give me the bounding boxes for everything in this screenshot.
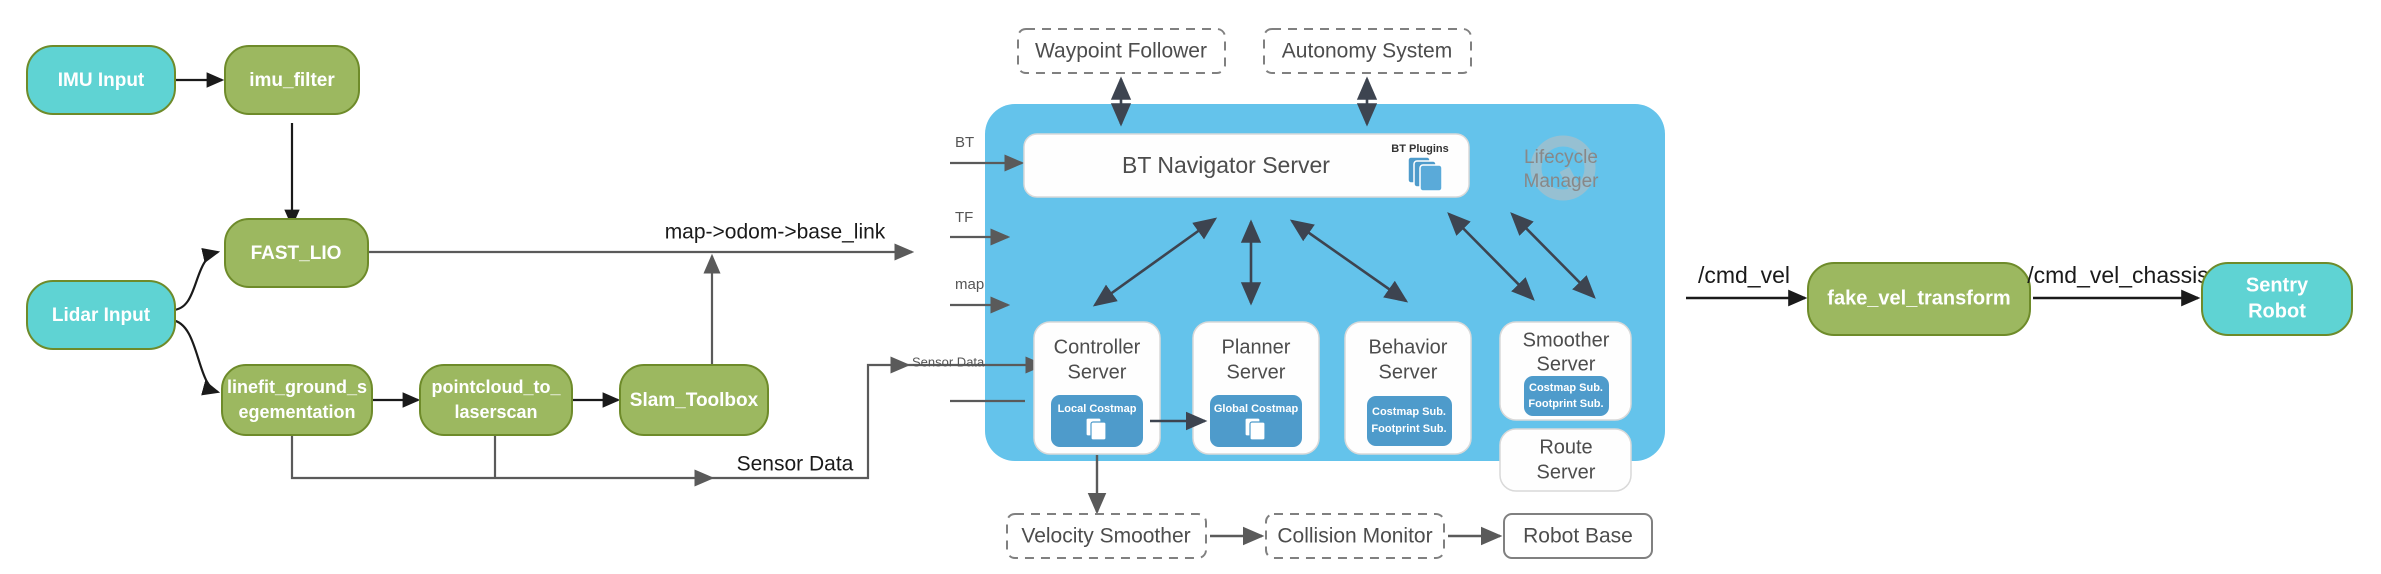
- controller-server[interactable]: Controller Server Local Costmap: [1033, 321, 1161, 455]
- edge-linefit-sensor-down: [290, 432, 715, 487]
- lifecycle-line2: Manager: [1524, 171, 1600, 192]
- server-title-line1: Smoother: [1523, 329, 1610, 351]
- smoother-server[interactable]: Smoother Server Costmap Sub. Footprint S…: [1499, 321, 1632, 421]
- edge-label-sensor-data: Sensor Data: [737, 453, 854, 476]
- node-lidar-input[interactable]: Lidar Input: [26, 280, 176, 350]
- server-title-line1: Behavior: [1369, 336, 1448, 358]
- planner-server[interactable]: Planner Server Global Costmap: [1192, 321, 1320, 455]
- input-label-tf: TF: [955, 209, 973, 226]
- edge-label-cmd-vel-chassis: /cmd_vel_chassis: [2027, 262, 2209, 288]
- node-imu-input[interactable]: IMU Input: [26, 45, 176, 115]
- node-label-line2: egementation: [238, 402, 355, 422]
- costmap-footprint-sub-badge: Costmap Sub. Footprint Sub.: [1524, 376, 1609, 416]
- server-title-line1: Route: [1539, 436, 1592, 458]
- badge-label-line2: Footprint Sub.: [1528, 398, 1603, 410]
- external-collision-monitor[interactable]: Collision Monitor: [1265, 513, 1445, 559]
- behavior-server[interactable]: Behavior Server Costmap Sub. Footprint S…: [1344, 321, 1472, 455]
- external-waypoint-follower[interactable]: Waypoint Follower: [1017, 28, 1226, 74]
- node-label: IMU Input: [58, 70, 145, 91]
- node-fast-lio[interactable]: FAST_LIO: [224, 218, 369, 288]
- external-autonomy-system[interactable]: Autonomy System: [1263, 28, 1472, 74]
- external-robot-base[interactable]: Robot Base: [1503, 513, 1653, 559]
- node-label-line1: Sentry: [2246, 274, 2309, 296]
- server-title-line2: Server: [1537, 353, 1596, 375]
- edge-label-cmd-vel: /cmd_vel: [1698, 262, 1790, 288]
- bt-navigator-title: BT Navigator Server: [1122, 152, 1330, 178]
- node-label: fake_vel_transform: [1827, 287, 2010, 309]
- node-sentry-robot[interactable]: Sentry Robot: [2201, 262, 2353, 336]
- server-title-line2: Server: [1537, 461, 1596, 483]
- badge-label: Local Costmap: [1058, 403, 1137, 415]
- bt-plugins-label: BT Plugins: [1391, 143, 1448, 155]
- edge-label-tf-chain: map->odom->base_link: [665, 221, 886, 244]
- badge-label-line1: Costmap Sub.: [1372, 406, 1446, 418]
- external-label: Velocity Smoother: [1021, 525, 1190, 548]
- node-label: imu_filter: [249, 70, 335, 91]
- edge-lidar-to-fastlio: [171, 247, 221, 312]
- lifecycle-line1: Lifecycle: [1524, 147, 1598, 168]
- route-server[interactable]: Route Server: [1499, 428, 1632, 492]
- node-label-line1: linefit_ground_s: [227, 377, 367, 397]
- node-label-line1: pointcloud_to_: [432, 377, 562, 397]
- external-velocity-smoother[interactable]: Velocity Smoother: [1006, 513, 1207, 559]
- server-title-line2: Server: [1068, 361, 1127, 383]
- server-title-line1: Planner: [1222, 336, 1291, 358]
- server-title-line1: Controller: [1054, 336, 1141, 358]
- node-label: Slam_Toolbox: [630, 390, 759, 411]
- node-label-line2: laserscan: [454, 402, 537, 422]
- node-imu-filter[interactable]: imu_filter: [224, 45, 360, 115]
- local-costmap-badge: Local Costmap: [1051, 395, 1143, 447]
- badge-label-line1: Costmap Sub.: [1529, 382, 1603, 394]
- diagram-canvas: map->odom->base_link Sensor Data IMU Inp…: [0, 0, 2381, 574]
- node-label: FAST_LIO: [251, 243, 342, 264]
- server-title-line2: Server: [1379, 361, 1438, 383]
- badge-label-line2: Footprint Sub.: [1371, 423, 1446, 435]
- input-label-bt: BT: [955, 134, 974, 151]
- node-linefit-ground-segmentation[interactable]: linefit_ground_s egementation: [221, 364, 373, 436]
- architecture-diagram: map->odom->base_link Sensor Data IMU Inp…: [26, 28, 2353, 559]
- input-label-map: map: [955, 276, 984, 293]
- node-fake-vel-transform[interactable]: fake_vel_transform: [1807, 262, 2031, 336]
- edge-lidar-to-linefit: [171, 318, 221, 396]
- node-pointcloud-to-laserscan[interactable]: pointcloud_to_ laserscan: [419, 364, 573, 436]
- badge-label: Global Costmap: [1214, 403, 1299, 415]
- external-label: Autonomy System: [1282, 40, 1452, 63]
- node-slam-toolbox[interactable]: Slam_Toolbox: [619, 364, 769, 436]
- left-edges-gray: [290, 243, 915, 487]
- node-label: Lidar Input: [52, 305, 151, 326]
- external-label: Robot Base: [1523, 525, 1633, 548]
- external-label: Collision Monitor: [1277, 525, 1432, 548]
- server-title-line2: Server: [1227, 361, 1286, 383]
- bt-navigator-server[interactable]: BT Navigator Server BT Plugins: [1023, 133, 1470, 198]
- external-label: Waypoint Follower: [1035, 40, 1207, 63]
- global-costmap-badge: Global Costmap: [1210, 395, 1302, 447]
- node-label-line2: Robot: [2248, 300, 2306, 322]
- input-label-sensor-data: Sensor Data: [912, 354, 985, 369]
- costmap-footprint-sub-badge: Costmap Sub. Footprint Sub.: [1367, 396, 1452, 446]
